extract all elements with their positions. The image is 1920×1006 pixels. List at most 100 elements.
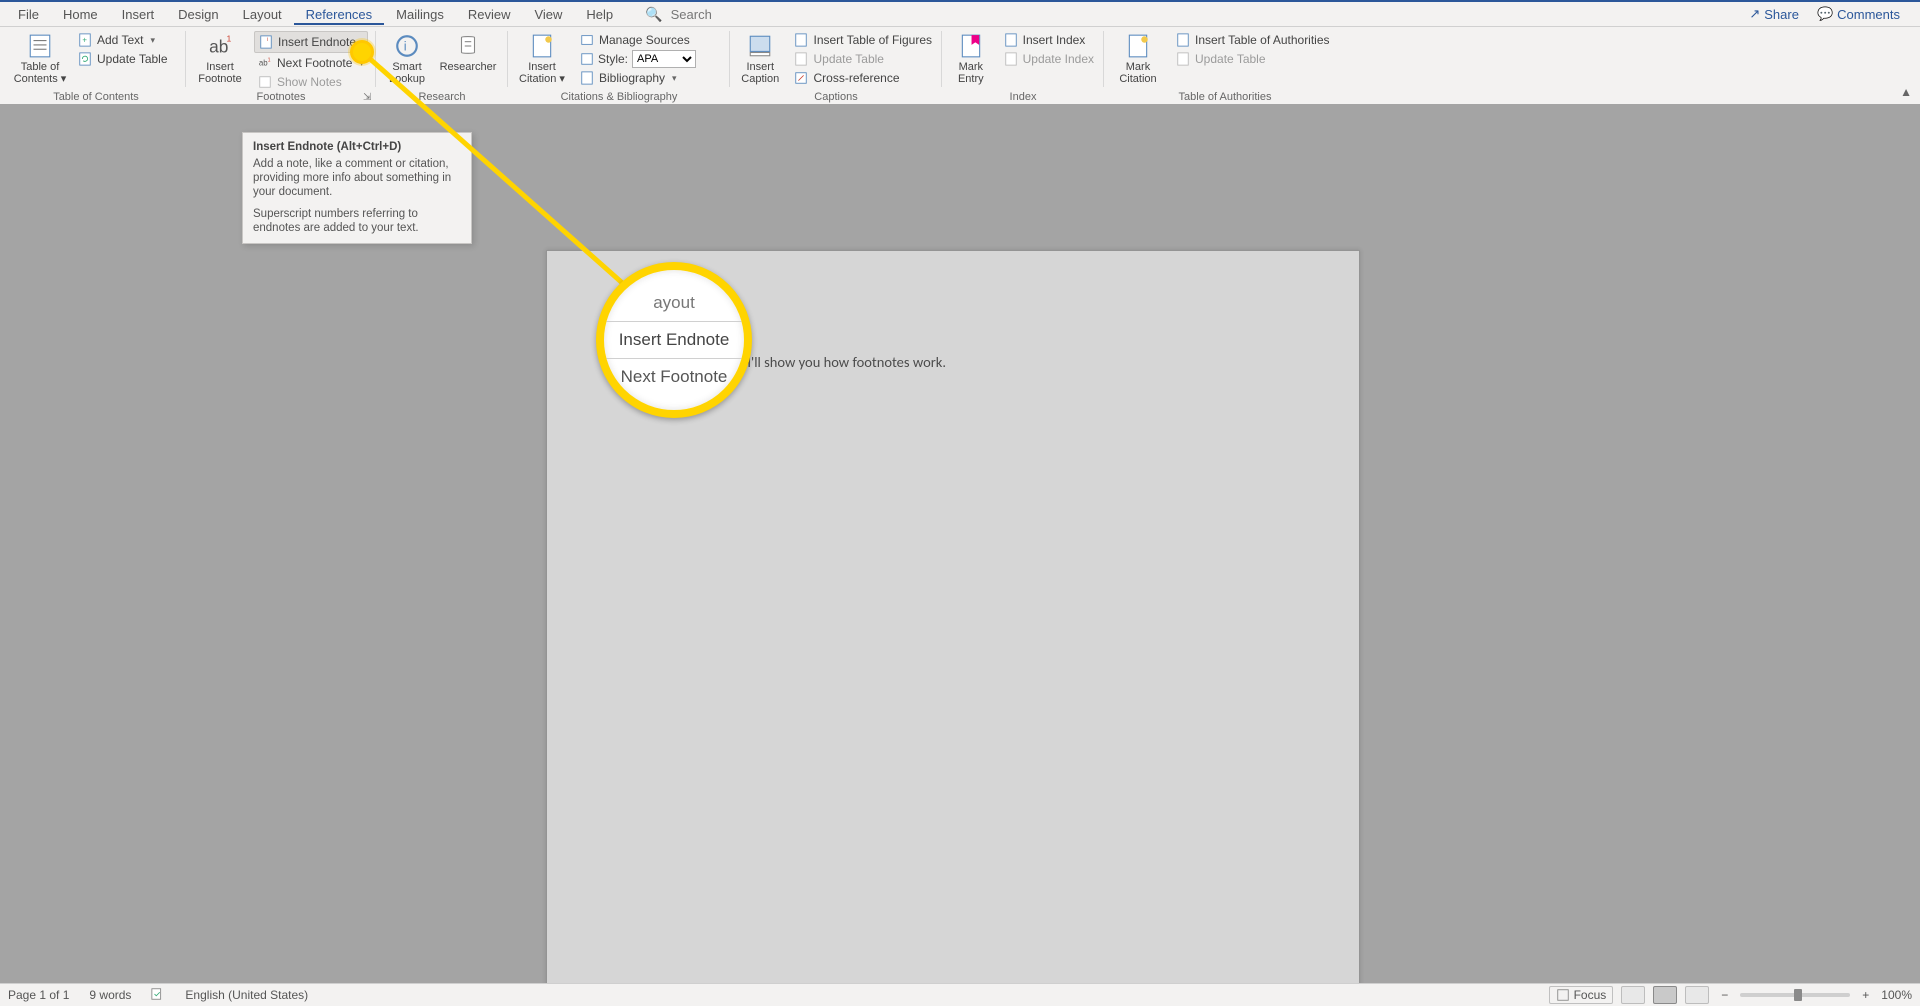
svg-text:i: i xyxy=(267,37,268,43)
group-label-citations: Citations & Bibliography xyxy=(514,91,724,105)
update-captions-table-button: Update Table xyxy=(790,50,936,68)
annotation-zoom-circle: ayout Insert Endnote Next Footnote xyxy=(596,262,752,418)
add-text-button[interactable]: + Add Text▾ xyxy=(74,31,172,49)
tab-view[interactable]: View xyxy=(522,4,574,25)
status-page[interactable]: Page 1 of 1 xyxy=(8,988,69,1002)
citation-style-select[interactable]: APA xyxy=(632,50,696,68)
group-label-research: Research xyxy=(382,91,502,105)
focus-icon xyxy=(1556,988,1570,1002)
tab-design[interactable]: Design xyxy=(166,4,230,25)
search-placeholder: Search xyxy=(671,7,712,22)
style-icon xyxy=(580,52,594,66)
update-toa-button: Update Table xyxy=(1172,50,1334,68)
zoom-line-2: Insert Endnote xyxy=(619,324,730,356)
group-label-captions: Captions xyxy=(736,91,936,105)
tabs-bar: File Home Insert Design Layout Reference… xyxy=(0,2,1920,27)
bibliography-button[interactable]: Bibliography▾ xyxy=(576,69,700,87)
insert-index-icon xyxy=(1004,33,1018,47)
svg-text:+: + xyxy=(82,36,87,45)
update-toa-icon xyxy=(1176,52,1190,66)
toc-icon xyxy=(27,33,53,59)
insert-footnote-icon: ab1 xyxy=(207,33,233,59)
view-web-layout-button[interactable] xyxy=(1685,986,1709,1004)
add-text-icon: + xyxy=(78,33,92,47)
toa-icon xyxy=(1176,33,1190,47)
share-button[interactable]: ↗ Share xyxy=(1749,6,1799,22)
show-notes-button: Show Notes xyxy=(254,73,368,91)
insert-citation-button[interactable]: Insert Citation ▾ xyxy=(514,31,570,91)
show-notes-icon xyxy=(258,75,272,89)
update-captions-icon xyxy=(794,52,808,66)
citation-style-field[interactable]: Style: APA xyxy=(576,50,700,68)
zoom-out-button[interactable]: − xyxy=(1717,988,1732,1002)
zoom-line-3: Next Footnote xyxy=(621,361,728,393)
tab-help[interactable]: Help xyxy=(574,4,625,25)
insert-footnote-button[interactable]: ab1 Insert Footnote xyxy=(192,31,248,91)
tab-review[interactable]: Review xyxy=(456,4,523,25)
manage-sources-button[interactable]: Manage Sources xyxy=(576,31,700,49)
insert-index-button[interactable]: Insert Index xyxy=(1000,31,1098,49)
smart-lookup-icon: i xyxy=(394,33,420,59)
search-box[interactable]: 🔍 Search xyxy=(645,6,712,23)
collapse-ribbon-button[interactable]: ▲ xyxy=(1900,85,1912,99)
update-table-icon xyxy=(78,52,92,66)
insert-table-of-figures-button[interactable]: Insert Table of Figures xyxy=(790,31,936,49)
status-proofing-icon[interactable] xyxy=(151,987,165,1004)
share-icon: ↗ xyxy=(1749,6,1760,22)
next-footnote-icon: ab1 xyxy=(258,56,272,70)
zoom-in-button[interactable]: + xyxy=(1858,988,1873,1002)
update-toc-button[interactable]: Update Table xyxy=(74,50,172,68)
tooltip-paragraph-1: Add a note, like a comment or citation, … xyxy=(253,157,461,199)
zoom-value[interactable]: 100% xyxy=(1881,988,1912,1002)
insert-caption-icon xyxy=(747,33,773,59)
group-label-footnotes: Footnotes xyxy=(192,91,370,105)
zoom-line-1: ayout xyxy=(653,287,695,319)
cross-reference-icon xyxy=(794,71,808,85)
table-of-contents-button[interactable]: Table of Contents ▾ xyxy=(12,31,68,91)
view-read-mode-button[interactable] xyxy=(1621,986,1645,1004)
annotation-dot xyxy=(350,40,374,64)
focus-mode-button[interactable]: Focus xyxy=(1549,986,1614,1004)
view-print-layout-button[interactable] xyxy=(1653,986,1677,1004)
mark-citation-button[interactable]: Mark Citation xyxy=(1110,31,1166,91)
ribbon: Table of Contents ▾ + Add Text▾ Update T… xyxy=(0,27,1920,106)
mark-entry-button[interactable]: Mark Entry xyxy=(948,31,994,91)
insert-caption-button[interactable]: Insert Caption xyxy=(736,31,784,91)
update-index-icon xyxy=(1004,52,1018,66)
zoom-slider[interactable] xyxy=(1740,993,1850,997)
group-label-toa: Table of Authorities xyxy=(1110,91,1340,105)
tab-insert[interactable]: Insert xyxy=(110,4,167,25)
researcher-icon xyxy=(455,33,481,59)
insert-endnote-tooltip: Insert Endnote (Alt+Ctrl+D) Add a note, … xyxy=(242,132,472,244)
comments-button[interactable]: 💬 Comments xyxy=(1817,6,1900,22)
insert-citation-icon xyxy=(529,33,555,59)
researcher-button[interactable]: Researcher xyxy=(438,31,498,91)
status-words[interactable]: 9 words xyxy=(89,988,131,1002)
status-bar: Page 1 of 1 9 words English (United Stat… xyxy=(0,983,1920,1006)
mark-entry-icon xyxy=(958,33,984,59)
bibliography-icon xyxy=(580,71,594,85)
tooltip-paragraph-2: Superscript numbers referring to endnote… xyxy=(253,207,461,235)
footnotes-dialog-launcher[interactable]: ⇲ xyxy=(363,92,373,102)
update-index-button: Update Index xyxy=(1000,50,1098,68)
tab-references[interactable]: References xyxy=(294,4,384,25)
tof-icon xyxy=(794,33,808,47)
insert-table-of-authorities-button[interactable]: Insert Table of Authorities xyxy=(1172,31,1334,49)
tab-file[interactable]: File xyxy=(6,4,51,25)
search-icon: 🔍 xyxy=(645,6,662,23)
svg-text:1: 1 xyxy=(227,34,232,44)
status-language[interactable]: English (United States) xyxy=(185,988,308,1002)
tab-mailings[interactable]: Mailings xyxy=(384,4,456,25)
group-label-index: Index xyxy=(948,91,1098,105)
svg-text:1: 1 xyxy=(268,57,271,63)
svg-text:i: i xyxy=(404,38,407,53)
comments-label: Comments xyxy=(1837,7,1900,22)
mark-citation-icon xyxy=(1125,33,1151,59)
tab-layout[interactable]: Layout xyxy=(231,4,294,25)
tab-home[interactable]: Home xyxy=(51,4,110,25)
manage-sources-icon xyxy=(580,33,594,47)
insert-endnote-icon: i xyxy=(259,35,273,49)
smart-lookup-button[interactable]: i Smart Lookup xyxy=(382,31,432,91)
share-label: Share xyxy=(1764,7,1799,22)
cross-reference-button[interactable]: Cross-reference xyxy=(790,69,936,87)
